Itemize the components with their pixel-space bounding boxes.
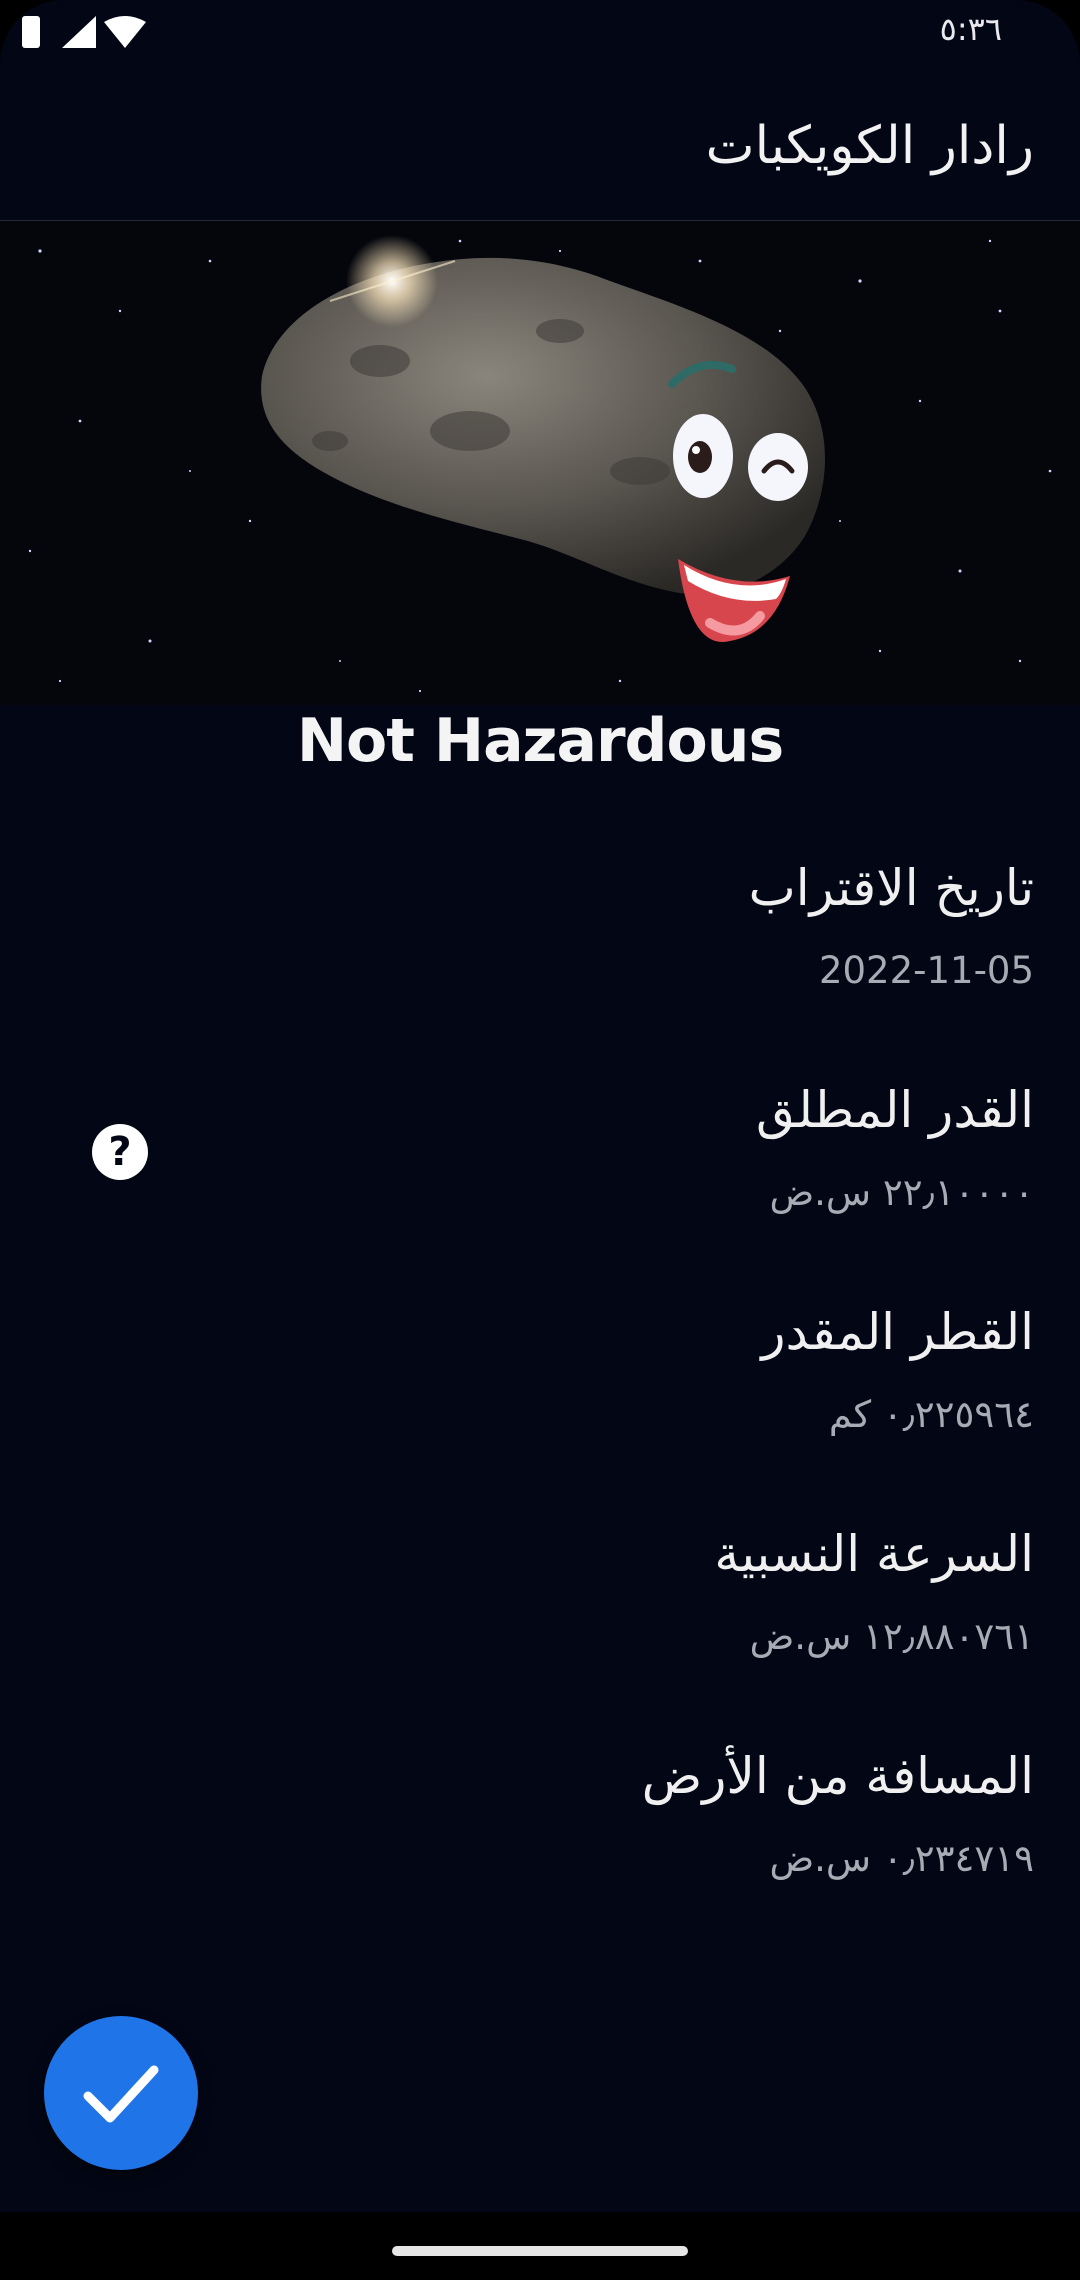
detail-label: السرعة النسبية: [714, 1525, 1034, 1583]
detail-label: تاريخ الاقتراب: [748, 859, 1034, 917]
detail-value: ١٢٫٨٨٠٧٦١ س.ض: [749, 1615, 1034, 1658]
asteroid-illustration: [0, 221, 1080, 705]
signal-icon: [62, 16, 96, 48]
detail-value: 2022-11-05: [818, 949, 1034, 992]
help-circle-icon[interactable]: ?: [92, 1124, 148, 1180]
home-indicator[interactable]: [392, 2246, 688, 2256]
checkmark-icon: [83, 2065, 159, 2123]
detail-absolute-magnitude: القدر المطلق ٢٢٫١٠٠٠٠ س.ض: [756, 1080, 1034, 1216]
asteroid-hero-image: [0, 221, 1080, 705]
detail-label: القدر المطلق: [755, 1081, 1034, 1139]
detail-label: المسافة من الأرض: [641, 1747, 1034, 1805]
detail-distance-from-earth: المسافة من الأرض ٠٫٢٣٤٧١٩ س.ض: [642, 1746, 1034, 1882]
detail-relative-velocity: السرعة النسبية ١٢٫٨٨٠٧٦١ س.ض: [714, 1524, 1034, 1660]
app-title: رادار الكويكبات: [705, 116, 1034, 176]
hazard-status: Not Hazardous: [296, 706, 784, 776]
app-bar: رادار الكويكبات: [0, 66, 1080, 221]
wifi-icon: [104, 16, 146, 48]
status-time: ٥:٣٦: [939, 10, 1002, 48]
status-icons: [22, 16, 146, 48]
screen: ٥:٣٦ رادار الكويكبات Not Hazardous تاريخ…: [0, 0, 1080, 2280]
system-nav-bar: [0, 2212, 1080, 2280]
detail-value: ٠٫٢٢٥٩٦٤ كم: [828, 1393, 1034, 1436]
asteroid-right-eye: [748, 433, 808, 501]
detail-value: ٢٢٫١٠٠٠٠ س.ض: [769, 1171, 1034, 1214]
status-bar: ٥:٣٦: [0, 0, 1080, 66]
detail-approach-date: تاريخ الاقتراب 2022-11-05: [749, 858, 1034, 994]
detail-estimated-diameter: القطر المقدر ٠٫٢٢٥٩٦٤ كم: [761, 1302, 1034, 1438]
battery-icon: [22, 16, 40, 48]
confirm-fab-button[interactable]: [44, 2016, 198, 2170]
detail-label: القطر المقدر: [761, 1303, 1034, 1361]
detail-value: ٠٫٢٣٤٧١٩ س.ض: [769, 1837, 1034, 1880]
